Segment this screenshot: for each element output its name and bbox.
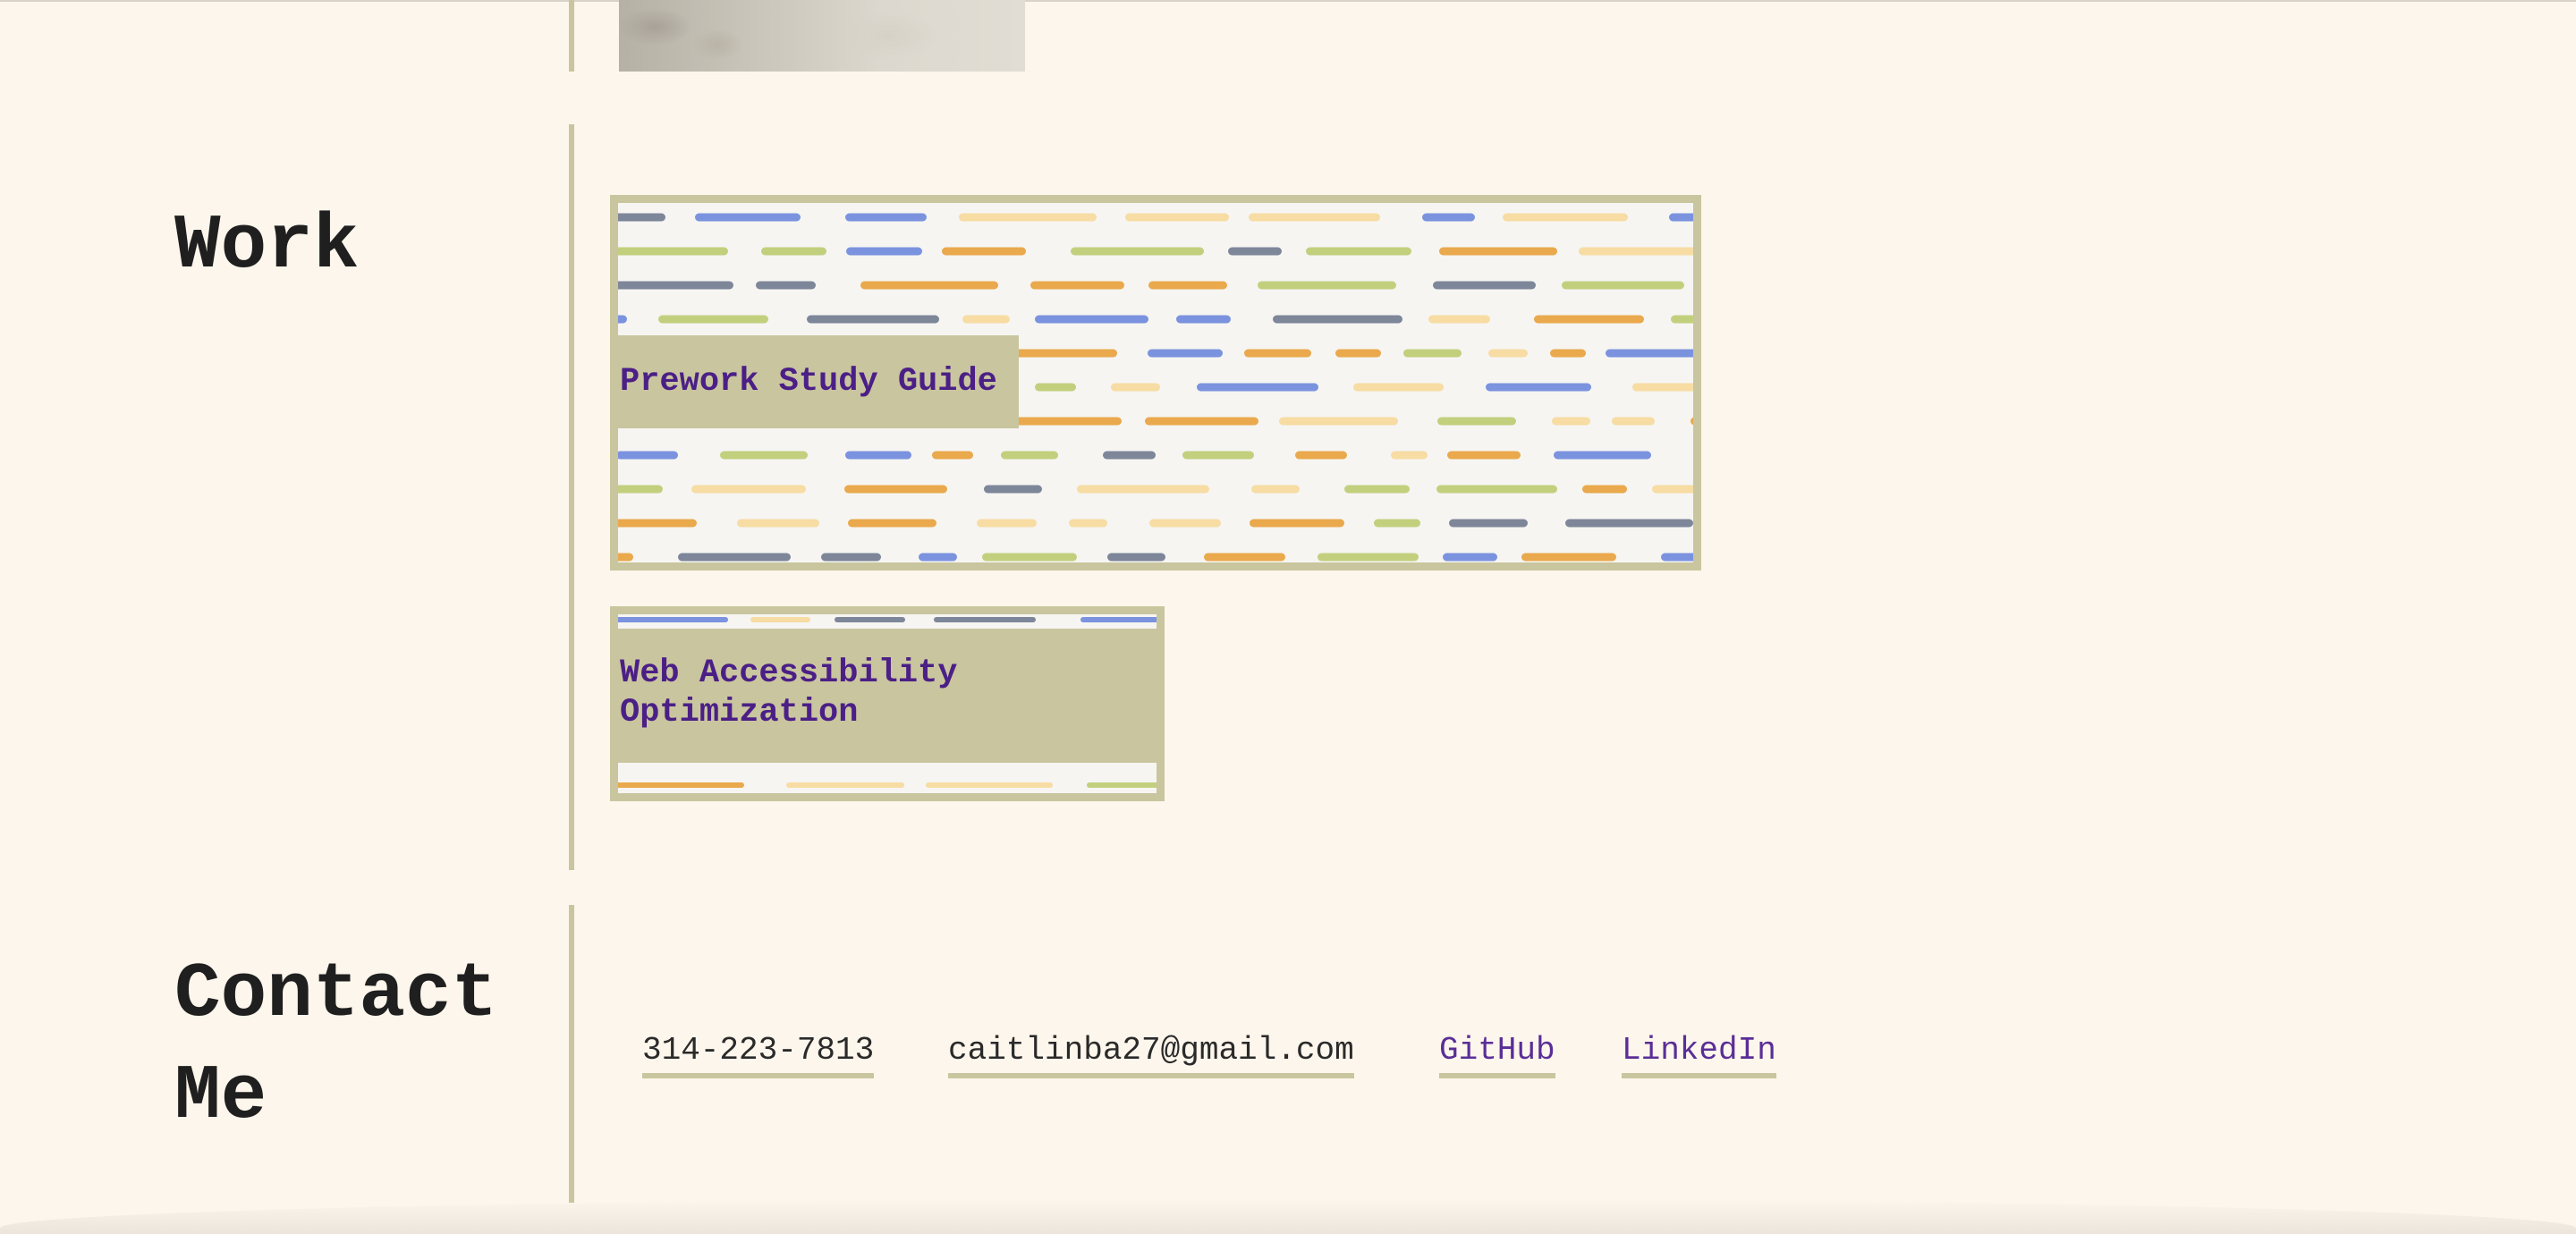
phone-link[interactable]: 314-223-7813 bbox=[642, 1028, 875, 1078]
contact-heading-line2: Me bbox=[174, 1052, 267, 1140]
portfolio-page: Work Prework Study Guide Web Accessibili… bbox=[0, 0, 2576, 1234]
contact-heading: Contact Me bbox=[174, 943, 497, 1147]
project-card-label: Prework Study Guide bbox=[618, 335, 1019, 428]
work-section-divider bbox=[569, 124, 574, 870]
work-heading: Work bbox=[174, 202, 360, 290]
project-card-web-accessibility[interactable]: Web Accessibility Optimization bbox=[610, 606, 1165, 801]
contact-section-divider bbox=[569, 905, 574, 1203]
about-section-divider bbox=[569, 0, 574, 72]
footer-shadow bbox=[0, 1198, 2576, 1234]
project-card-label: Web Accessibility Optimization bbox=[618, 629, 1157, 763]
window-top-border bbox=[0, 0, 2576, 2]
contact-heading-line1: Contact bbox=[174, 951, 498, 1038]
project-card-prework-study-guide[interactable]: Prework Study Guide bbox=[610, 195, 1701, 571]
github-link[interactable]: GitHub bbox=[1439, 1028, 1555, 1078]
email-link[interactable]: caitlinba27@gmail.com bbox=[948, 1028, 1354, 1078]
profile-photo bbox=[619, 0, 1025, 72]
linkedin-link[interactable]: LinkedIn bbox=[1622, 1028, 1776, 1078]
